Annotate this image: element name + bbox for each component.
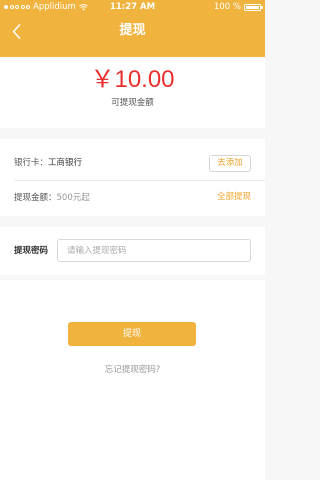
withdraw-submit-button[interactable]: 提现 (68, 322, 196, 346)
withdraw-info-panel: 银行卡： 工商银行 去添加 提现金额： 500元起 全部提现 (0, 139, 265, 216)
withdraw-amount-row: 提现金额： 500元起 全部提现 (14, 187, 251, 207)
withdraw-all-link[interactable]: 全部提现 (217, 187, 251, 207)
amount-panel: ￥10.00 可提现金额 (0, 57, 265, 128)
password-panel: 提现密码 (0, 227, 265, 275)
app-header: Applidium 11:27 AM 100 % 提现 (0, 0, 265, 57)
status-bar: Applidium 11:27 AM 100 % (0, 0, 265, 14)
withdraw-password-input[interactable] (57, 239, 251, 262)
bank-card-value: 工商银行 (48, 158, 83, 168)
available-amount: ￥10.00 (90, 66, 175, 93)
withdraw-amount-label: 提现金额： (14, 193, 57, 203)
battery-icon (244, 3, 263, 11)
bank-card-label: 银行卡： (14, 158, 49, 168)
actions-panel: 提现 忘记提现密码? (0, 280, 265, 480)
password-label: 提现密码 (14, 246, 49, 256)
bank-card-row: 银行卡： 工商银行 去添加 (14, 152, 251, 172)
add-bank-card-button[interactable]: 去添加 (209, 155, 251, 172)
page-title: 提现 (119, 23, 146, 38)
available-amount-label: 可提现金额 (111, 98, 154, 108)
battery-percent: 100 % (213, 2, 241, 12)
divider (14, 180, 265, 181)
status-right: 100 % (213, 0, 263, 14)
withdraw-amount-hint: 500元起 (56, 193, 90, 203)
forgot-password-link[interactable]: 忘记提现密码? (0, 364, 265, 376)
